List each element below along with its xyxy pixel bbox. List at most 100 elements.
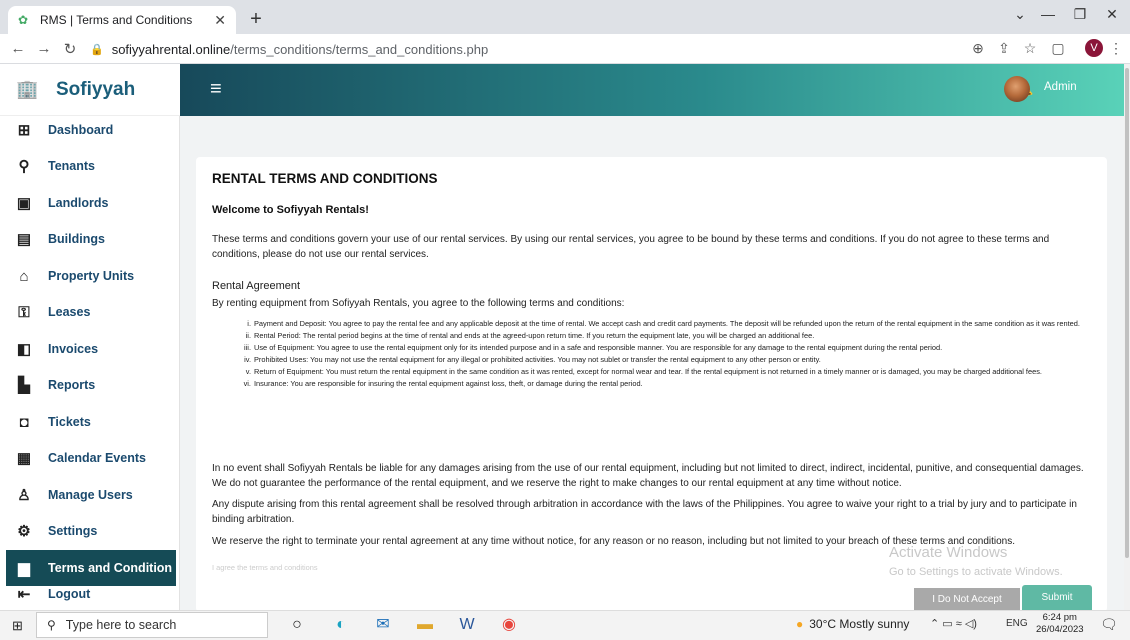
sidebar-item-label: Dashboard [48,123,114,137]
activate-windows-title: Activate Windows [889,544,1008,561]
id-card-icon: ▣ [16,195,32,212]
avatar[interactable] [1004,76,1030,102]
new-tab-button[interactable]: + [244,8,268,32]
sidebar-item-settings[interactable]: ⚙ Settings [0,513,180,549]
brand-logo-icon: 🏢 [16,78,39,99]
list-item: vi. Insurance: You are responsible for in… [232,378,1092,390]
sidebar-item-label: Calendar Events [48,451,146,465]
browser-tab[interactable]: ✿ RMS | Terms and Conditions ✕ [8,6,236,34]
language-indicator[interactable]: ENG [1006,618,1028,629]
page-title: RENTAL TERMS AND CONDITIONS [212,171,438,186]
terms-list: i. Payment and Deposit: You agree to pay … [232,318,1092,390]
hamburger-menu-icon[interactable]: ≡ [210,78,222,101]
minimize-button[interactable]: — [1032,6,1064,22]
clock-time: 6:24 pm [1042,612,1077,623]
term-text: Payment and Deposit: You agree to pay th… [254,319,1080,328]
sidebar-item-label: Tenants [48,159,95,173]
search-icon: ⚲ [47,618,56,632]
sidebar-item-tickets[interactable]: ◘ Tickets [0,404,180,440]
sidebar-item-reports[interactable]: ▙ Reports [0,367,180,403]
liability-paragraph: In no event shall Sofiyyah Rentals be li… [212,463,1084,489]
reload-icon[interactable]: ↻ [60,40,80,58]
list-item: ii. Rental Period: The rental period begi… [232,330,1092,342]
system-tray-icons[interactable]: ⌃ ▭ ≈ ◁) [930,617,977,630]
term-number: vi. [243,379,251,388]
word-icon[interactable]: W [456,614,478,636]
sidebar-item-label: Reports [48,378,96,392]
calendar-icon: ▦ [16,450,32,467]
edge-icon[interactable]: ◐ [330,614,352,636]
zoom-icon[interactable]: ⊕ [968,40,988,57]
user-label[interactable]: Admin [1044,81,1077,93]
weather-text: 30°C Mostly sunny [809,617,910,631]
sidebar-item-dashboard[interactable]: ⊞ Dashboard [0,112,180,148]
forward-icon[interactable]: → [34,40,54,57]
top-header [180,64,1130,116]
sidebar-item-property-units[interactable]: ⌂ Property Units [0,258,180,294]
back-icon[interactable]: ← [8,40,28,57]
search-placeholder: Type here to search [65,618,177,632]
ticket-icon: ◘ [19,413,29,431]
sidebar-item-calendar-events[interactable]: ▦ Calendar Events [0,440,180,476]
lock-icon: 🔒 [90,43,104,56]
cortana-icon[interactable]: ○ [286,614,308,636]
bookmark-star-icon[interactable]: ☆ [1020,40,1040,57]
chrome-icon[interactable]: ◉ [498,614,520,636]
term-text: Rental Period: The rental period begins … [254,331,815,340]
mail-icon[interactable]: ✉ [372,614,394,636]
clock-date: 26/04/2023 [1036,624,1084,635]
url-field[interactable]: 🔒 sofiyyahrental.online/terms_conditions… [90,38,950,60]
logout-icon: ⇤ [17,586,31,603]
kebab-menu-icon[interactable]: ⋮ [1106,40,1126,57]
submit-button[interactable]: Submit [1022,585,1092,610]
term-number: iii. [244,343,251,352]
weather-widget[interactable]: ● 30°C Mostly sunny [796,617,909,631]
list-item: iv. Prohibited Uses: You may not use the … [232,354,1092,366]
list-item: iii. Use of Equipment: You agree to use t… [232,342,1092,354]
term-text: Insurance: You are responsible for insur… [254,379,643,388]
term-text: Prohibited Uses: You may not use the ren… [254,355,821,364]
sidebar-item-label: Logout [48,587,91,601]
windows-start-icon[interactable]: ⊞ [12,618,23,634]
sidebar-item-leases[interactable]: ⚿ Leases [0,294,180,330]
url-host: sofiyyahrental.online [111,41,231,57]
notification-icon[interactable]: 🗨 [1100,616,1118,633]
sidebar-item-manage-users[interactable]: ♙ Manage Users [0,477,180,513]
sidebar-item-tenants[interactable]: ⚲ Tenants [0,148,180,184]
sidebar-item-invoices[interactable]: ◧ Invoices [0,331,180,367]
welcome-heading: Welcome to Sofiyyah Rentals! [212,204,369,216]
clock[interactable]: 6:24 pm 26/04/2023 [1036,612,1084,636]
profile-avatar[interactable]: V [1085,39,1103,57]
section-title: Rental Agreement [212,280,301,292]
list-item: i. Payment and Deposit: You agree to pay … [232,318,1092,330]
file-explorer-icon[interactable]: ▬ [414,614,436,636]
brand[interactable]: 🏢 Sofiyyah [0,64,180,116]
activate-windows-subtitle: Go to Settings to activate Windows. [889,566,1063,578]
person-icon: ⚲ [18,158,30,175]
close-tab-icon[interactable]: ✕ [214,12,226,29]
taskbar-search[interactable]: ⚲ Type here to search [36,612,268,638]
sidebar-item-buildings[interactable]: ▤ Buildings [0,221,180,257]
section-intro: By renting equipment from Sofiyyah Renta… [212,298,625,309]
sidepanel-icon[interactable]: ▢ [1048,40,1068,57]
url-path: /terms_conditions/terms_and_conditions.p… [230,41,489,57]
favicon-icon: ✿ [18,13,29,27]
sidebar-item-label: Invoices [48,342,99,356]
term-text: Use of Equipment: You agree to use the r… [254,343,943,352]
sidebar-item-label: Buildings [48,232,105,246]
share-icon[interactable]: ⇪ [994,40,1014,57]
sidebar-item-label: Tickets [48,415,91,429]
sidebar-item-label: Leases [48,305,91,319]
sidebar-item-label: Settings [48,524,98,538]
document-icon: ▆ [18,560,30,577]
term-number: ii. [245,331,251,340]
scrollbar-thumb[interactable] [1125,68,1129,558]
decline-button[interactable]: I Do Not Accept [914,588,1020,610]
sidebar-item-landlords[interactable]: ▣ Landlords [0,185,180,221]
agree-checkbox-label[interactable]: I agree the terms and conditions [212,560,318,575]
sidebar-item-label: Terms and Condition [48,561,173,575]
sidebar-item-logout[interactable]: ⇤ Logout [0,576,180,612]
maximize-button[interactable]: ❐ [1064,6,1096,23]
close-window-button[interactable]: ✕ [1096,6,1128,23]
weather-sun-icon: ● [796,617,804,631]
